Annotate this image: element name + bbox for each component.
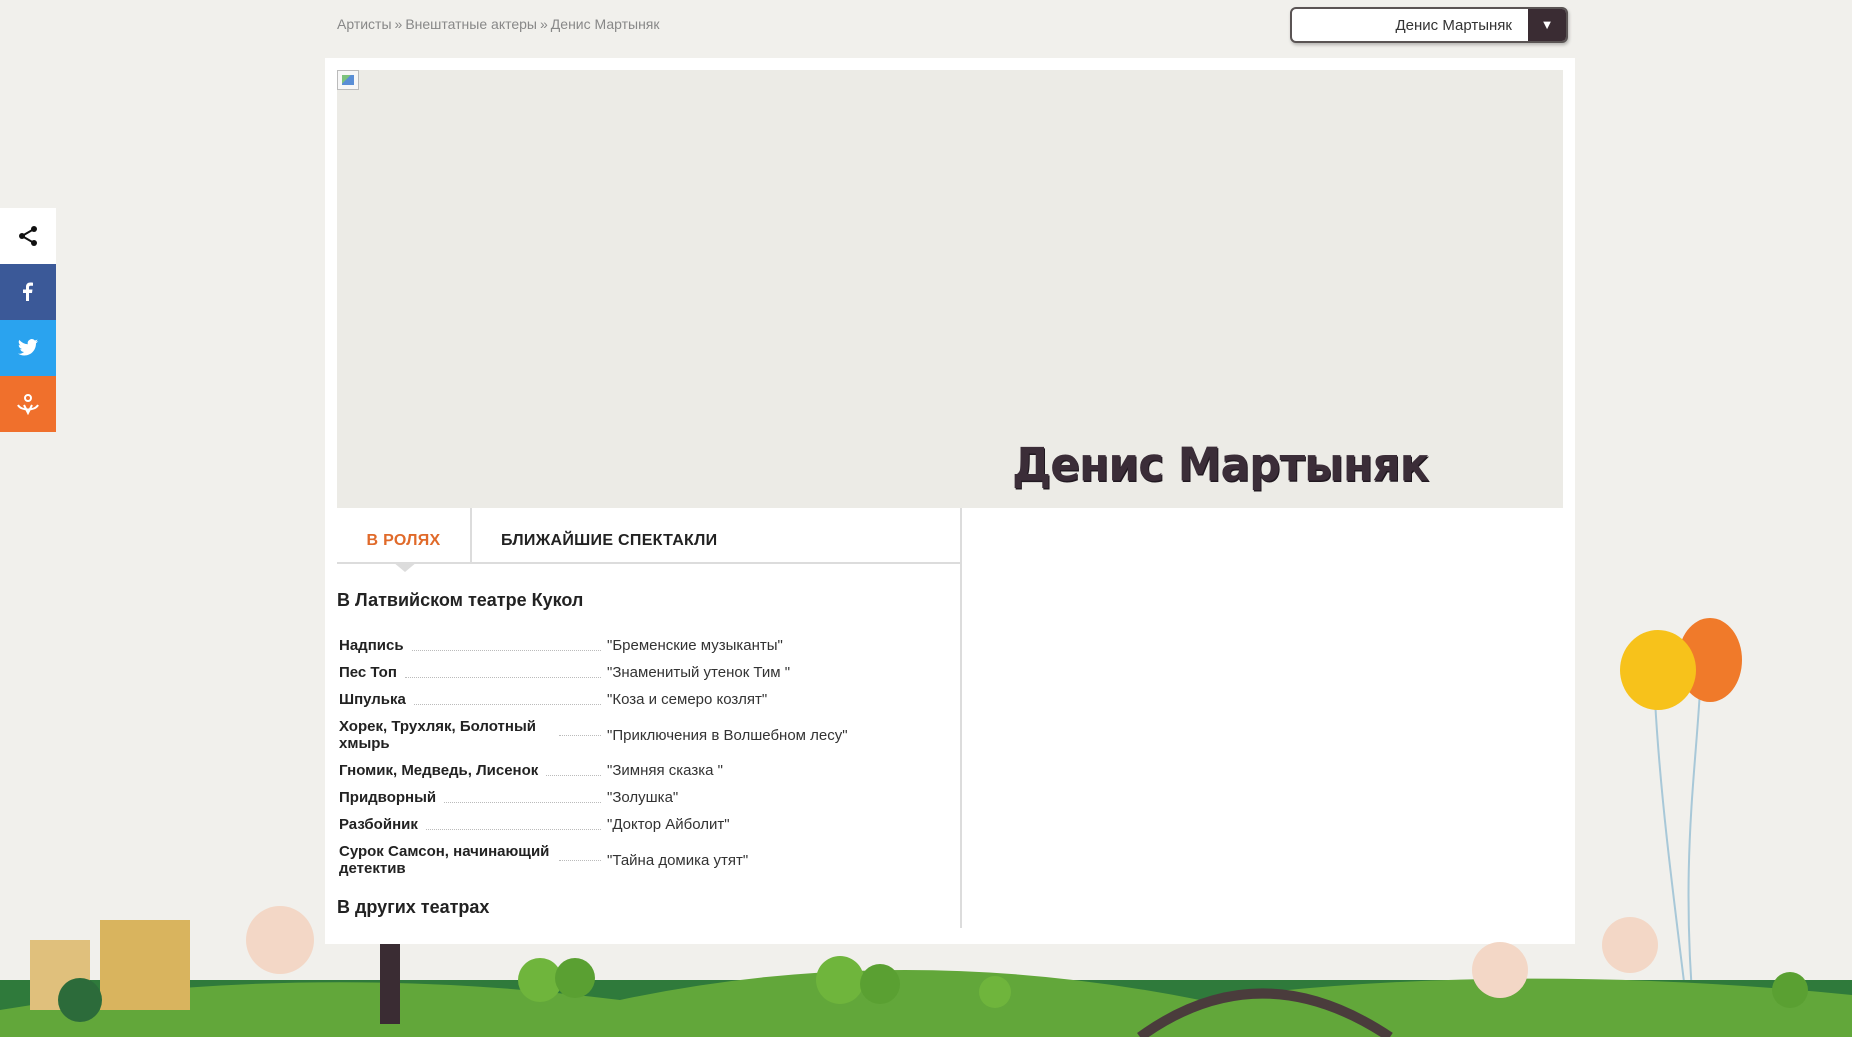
roles-list: Надпись "Бременские музыканты" Пес Топ "…: [337, 637, 960, 877]
role-name: Сурок Самсон, начинающий детектив: [339, 843, 559, 877]
role-show: "Бременские музыканты": [607, 637, 783, 654]
list-item: Надпись "Бременские музыканты": [337, 637, 960, 654]
role-name: Разбойник: [339, 816, 426, 833]
odnoklassniki-icon: [17, 394, 39, 415]
role-show: "Коза и семеро козлят": [607, 691, 768, 708]
list-item: Придворный "Золушка": [337, 789, 960, 806]
broken-image-icon: [337, 70, 359, 90]
share-sidebar: [0, 208, 56, 432]
roles-column: В РОЛЯХ БЛИЖАЙШИЕ СПЕКТАКЛИ В Латвийском…: [337, 508, 962, 928]
tab-upcoming-shows[interactable]: БЛИЖАЙШИЕ СПЕКТАКЛИ: [477, 508, 777, 562]
role-show: "Доктор Айболит": [607, 816, 730, 833]
breadcrumb: Артисты» Внештатные актеры» Денис Мартыняк: [337, 16, 660, 32]
list-item: Разбойник "Доктор Айболит": [337, 816, 960, 833]
list-item: Шпулька "Коза и семеро козлят": [337, 691, 960, 708]
role-show: "Знаменитый утенок Тим ": [607, 664, 791, 681]
tab-roles[interactable]: В РОЛЯХ: [337, 508, 472, 562]
section-title: В Латвийском театре Кукол: [337, 590, 584, 610]
role-name: Придворный: [339, 789, 445, 806]
breadcrumb-separator: »: [540, 16, 548, 32]
chevron-down-icon[interactable]: ▼: [1528, 9, 1566, 41]
role-name: Пес Топ: [339, 664, 405, 681]
artist-panel: Денис Мартыняк В РОЛЯХ БЛИЖАЙШИЕ СПЕКТАК…: [325, 58, 1575, 944]
role-name: Шпулька: [339, 691, 414, 708]
artist-select-dropdown[interactable]: Денис Мартыняк ▼: [1290, 7, 1568, 43]
breadcrumb-link-freelance-actors[interactable]: Внештатные актеры: [405, 16, 537, 32]
role-name: Хорек, Трухляк, Болотный хмырь: [339, 718, 559, 752]
breadcrumb-separator: »: [394, 16, 403, 32]
twitter-icon: [17, 339, 39, 356]
role-show: "Приключения в Волшебном лесу": [607, 726, 848, 744]
role-name: Гномик, Медведь, Лисенок: [339, 762, 547, 779]
odnoklassniki-share-button[interactable]: [0, 376, 56, 432]
role-show: "Зимняя сказка ": [607, 762, 723, 779]
facebook-icon: [23, 282, 33, 301]
breadcrumb-current: Денис Мартыняк: [550, 16, 660, 32]
breadcrumb-link-artists[interactable]: Артисты: [337, 16, 392, 32]
share-icon: [19, 226, 37, 246]
artist-select-value: Денис Мартыняк: [1395, 17, 1512, 34]
role-show: "Золушка": [607, 789, 679, 806]
tab-pointer-icon: [393, 562, 417, 572]
artist-name-heading: Денис Мартыняк: [1012, 438, 1429, 493]
list-item: Сурок Самсон, начинающий детектив "Тайна…: [337, 843, 960, 877]
role-show: "Тайна домика утят": [607, 851, 749, 869]
list-item: Гномик, Медведь, Лисенок "Зимняя сказка …: [337, 762, 960, 779]
tabs-bar: В РОЛЯХ БЛИЖАЙШИЕ СПЕКТАКЛИ: [337, 508, 960, 572]
role-name: Надпись: [339, 637, 412, 654]
list-item: Хорек, Трухляк, Болотный хмырь "Приключе…: [337, 718, 960, 752]
facebook-share-button[interactable]: [0, 264, 56, 320]
list-item: Пес Топ "Знаменитый утенок Тим ": [337, 664, 960, 681]
twitter-share-button[interactable]: [0, 320, 56, 376]
scenery-decoration: [0, 906, 1852, 1037]
artist-banner: Денис Мартыняк: [337, 70, 1563, 508]
share-button[interactable]: [0, 208, 56, 264]
